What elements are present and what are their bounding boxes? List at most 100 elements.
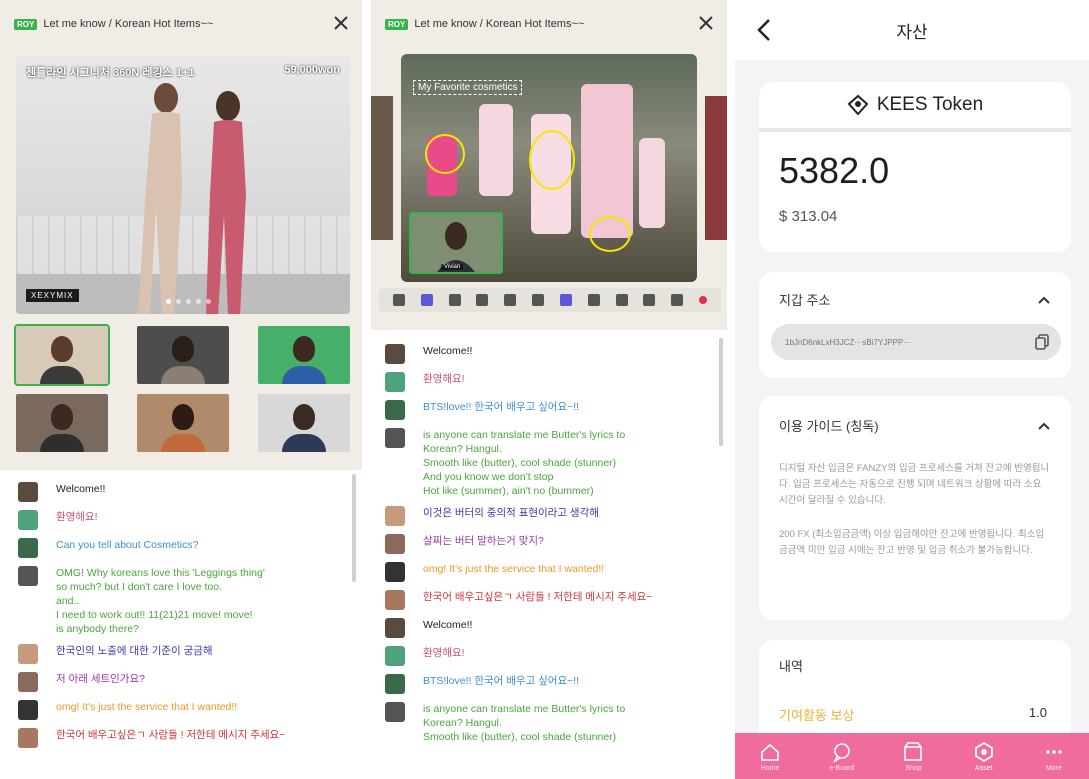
nav-label: Home [760, 764, 780, 772]
chat-message: 이것은 버터의 중의적 표현이라고 생각해 [385, 506, 727, 526]
shop-icon [904, 741, 923, 761]
save-icon[interactable] [671, 294, 684, 306]
chat-message-text: Welcome!! [56, 483, 106, 495]
history-row[interactable]: 기여활동 보상 1.0 [759, 675, 1071, 724]
usd-balance: $ 313.04 [779, 208, 838, 225]
close-icon[interactable] [332, 14, 350, 32]
participant-grid [14, 324, 350, 452]
avatar[interactable] [18, 728, 38, 748]
stream-title: Let me know / Korean Hot Items~~ [43, 18, 214, 30]
participant-video[interactable] [14, 324, 110, 386]
avatar[interactable] [385, 344, 405, 364]
chevron-up-icon[interactable] [1037, 293, 1051, 307]
avatar[interactable] [385, 506, 405, 526]
chat-bubble-icon [832, 742, 850, 763]
redo-icon[interactable] [615, 294, 628, 306]
chat-message-text: 한국어 배우고싶은ㄱ 사람들 ! 저한테 메시지 주세요~ [423, 591, 653, 603]
avatar[interactable] [385, 702, 405, 722]
avatar[interactable] [385, 590, 405, 610]
nav-item-more[interactable]: More [1043, 741, 1065, 772]
chat-message-text: 환영해요! [423, 373, 465, 385]
chat-list[interactable]: Welcome!! 환영해요! BTS!love!! 한국어 배우고 싶어요~!! i… [371, 340, 727, 779]
product-box [581, 84, 633, 238]
undo-icon[interactable] [587, 294, 600, 306]
format-tool-icon[interactable] [559, 294, 572, 306]
address-section-header[interactable]: 지갑 주소 [759, 272, 1071, 309]
chat-message: 한국어 배우고싶은ㄱ 사람들 ! 저한테 메시지 주세요~ [385, 590, 727, 610]
nav-item-shop[interactable]: Shop [902, 741, 924, 772]
carousel-dot[interactable] [186, 299, 191, 304]
participant-video[interactable] [16, 394, 108, 452]
avatar[interactable] [385, 534, 405, 554]
avatar[interactable] [18, 566, 38, 586]
carousel-dot[interactable] [166, 299, 171, 304]
chevron-up-icon[interactable] [1037, 419, 1051, 433]
avatar[interactable] [385, 618, 405, 638]
product-price: 59,000won [284, 64, 340, 76]
clear-icon[interactable] [643, 294, 656, 306]
live-stream-panel-2: ROY Let me know / Korean Hot Items~~ My … [371, 0, 727, 779]
avatar[interactable] [385, 428, 405, 448]
chat-message: Welcome!! [18, 482, 362, 502]
avatar[interactable] [18, 510, 38, 530]
nav-item-eboard[interactable]: e-Board [829, 741, 854, 772]
carousel-dot[interactable] [196, 299, 201, 304]
guide-card: 이용 가이드 (칭독) 디지털 자산 입금은 FANZY의 입금 프로세스를 거… [759, 396, 1071, 620]
avatar[interactable] [385, 562, 405, 582]
asset-icon [974, 741, 993, 762]
wallet-address-card: 지갑 주소 1bJnD6nkLxH3JCZ···sBi7YJPPP··· [759, 272, 1071, 378]
avatar[interactable] [18, 672, 38, 692]
wallet-address-field[interactable]: 1bJnD6nkLxH3JCZ···sBi7YJPPP··· [771, 324, 1061, 360]
spotlight-tool-icon[interactable] [504, 294, 517, 306]
chat-message: BTS!love!! 한국어 배우고 싶어요~!! [385, 674, 727, 694]
chat-message-text: OMG! Why koreans love this 'Leggings thi… [56, 567, 265, 635]
stop-icon[interactable] [699, 296, 708, 304]
close-icon[interactable] [697, 14, 715, 32]
chat-message-text: 한국어 배우고싶은ㄱ 사람들 ! 저한테 메시지 주세요~ [56, 729, 286, 741]
select-tool-icon[interactable] [392, 294, 405, 306]
guide-section-header[interactable]: 이용 가이드 (칭독) [759, 396, 1071, 461]
nav-item-asset[interactable]: Asset [973, 741, 995, 772]
copy-icon[interactable] [1035, 334, 1049, 350]
chat-message: is anyone can translate me Butter's lyri… [385, 428, 727, 498]
avatar[interactable] [18, 482, 38, 502]
avatar[interactable] [385, 674, 405, 694]
back-arrow-icon[interactable] [753, 16, 777, 44]
line-tool-icon[interactable] [448, 294, 461, 306]
chat-message: 한국어 배우고싶은ㄱ 사람들 ! 저한테 메시지 주세요~ [18, 728, 362, 748]
nav-label: Shop [905, 764, 922, 772]
carousel-dots[interactable] [166, 299, 211, 304]
participant-video[interactable] [258, 394, 350, 452]
chat-message: Welcome!! [385, 618, 727, 638]
carousel-dot[interactable] [176, 299, 181, 304]
eraser-tool-icon[interactable] [532, 294, 545, 306]
stream-header: ROY Let me know / Korean Hot Items~~ [0, 0, 362, 48]
carousel-dot[interactable] [206, 299, 211, 304]
chat-message: 환영해요! [18, 510, 362, 530]
avatar[interactable] [18, 538, 38, 558]
chat-message: 환영해요! [385, 646, 727, 666]
participant-video[interactable] [137, 326, 229, 384]
chat-message-text: omg! It's just the service that I wanted… [423, 563, 605, 575]
presenter-pip[interactable]: Vivian [409, 212, 503, 274]
chat-list[interactable]: Welcome!! 환영해요! Can you tell about Cosmeti… [0, 478, 362, 779]
avatar[interactable] [385, 646, 405, 666]
avatar[interactable] [385, 372, 405, 392]
participant-video[interactable] [258, 326, 350, 384]
chat-scrollbar[interactable] [719, 338, 723, 446]
address-section-title: 지갑 주소 [779, 293, 831, 308]
annotation-circle [425, 134, 465, 174]
avatar[interactable] [18, 700, 38, 720]
guide-paragraph: 디지털 자산 입금은 FANZY의 입금 프로세스를 거쳐 잔고에 반영됩니다.… [779, 463, 1050, 506]
participant-video[interactable] [137, 394, 229, 452]
side-preview-left[interactable] [371, 96, 393, 240]
draw-tool-icon[interactable] [420, 294, 433, 306]
chat-scrollbar[interactable] [352, 474, 356, 582]
avatar[interactable] [18, 644, 38, 664]
main-video[interactable]: 젠틀라인 시그니처 360N 레깅스 1+1 59,000won XEXYMIX [16, 56, 350, 314]
avatar[interactable] [385, 400, 405, 420]
side-preview-right[interactable] [705, 96, 727, 240]
nav-item-home[interactable]: Home [759, 741, 781, 772]
chat-message: BTS!love!! 한국어 배우고 싶어요~!! [385, 400, 727, 420]
stamp-tool-icon[interactable] [476, 294, 489, 306]
